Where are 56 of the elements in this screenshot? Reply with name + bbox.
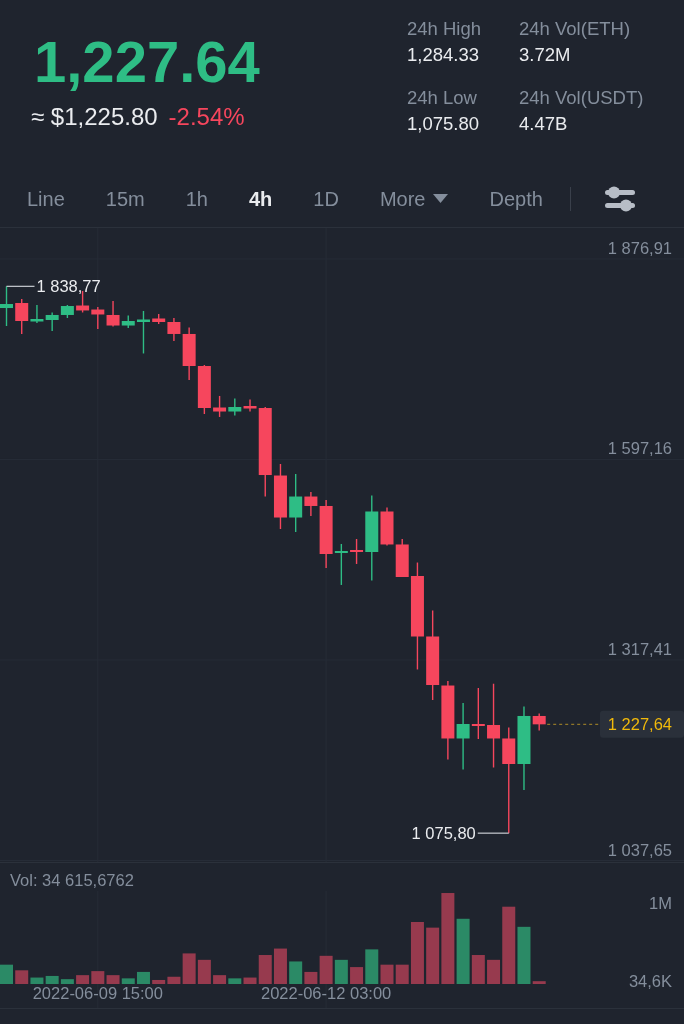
stat-value: 1,075.80 bbox=[407, 112, 480, 136]
chart-tab[interactable]: 15m bbox=[105, 185, 145, 212]
stat-label: 24h Low bbox=[407, 86, 478, 110]
chart-tab[interactable]: 4h bbox=[248, 185, 273, 212]
bullish-candle bbox=[456, 702, 470, 771]
bearish-candle bbox=[91, 306, 105, 330]
stat-value: 3.72M bbox=[519, 43, 572, 67]
bullish-candle bbox=[137, 310, 150, 355]
sliders-icon bbox=[604, 185, 635, 212]
chart-tab[interactable]: Depth bbox=[489, 185, 543, 212]
bullish-candle bbox=[289, 473, 303, 533]
volume-axis-label: 34,6K bbox=[628, 972, 672, 991]
bullish-candle bbox=[334, 543, 348, 586]
bearish-candle bbox=[213, 395, 227, 418]
last-price-line bbox=[546, 723, 601, 725]
chart-tab[interactable]: 1h bbox=[185, 185, 208, 212]
low-price-label: 1 075,80 bbox=[411, 824, 476, 843]
price-axis-label: 1 876,91 bbox=[607, 239, 672, 257]
caret-icon bbox=[433, 194, 449, 203]
fiat-price: ≈ $1,225.80 bbox=[31, 103, 158, 131]
volume-axis-label: 1M bbox=[649, 894, 672, 913]
time-axis-label: 2022-06-09 15:00 bbox=[32, 984, 163, 1002]
volume-readout: Vol: 34 615,6762 bbox=[9, 870, 135, 891]
leader-line bbox=[477, 832, 510, 834]
last-price-tag: 1 227,64 bbox=[600, 710, 684, 738]
price-axis-label: 1 597,16 bbox=[607, 439, 672, 458]
bullish-candle bbox=[60, 304, 74, 319]
stat-label: 24h Vol(ETH) bbox=[519, 17, 632, 41]
bearish-candle bbox=[15, 298, 29, 335]
price-axis-label: 1 317,41 bbox=[607, 640, 672, 658]
more-dropdown[interactable]: More bbox=[379, 185, 449, 212]
stat-value: 4.47B bbox=[519, 112, 569, 136]
chart-tab[interactable]: 1D bbox=[313, 185, 339, 212]
bearish-candle bbox=[197, 364, 211, 415]
bullish-candle bbox=[0, 285, 13, 327]
bearish-candle bbox=[350, 538, 364, 565]
chart-settings-button[interactable] bbox=[604, 185, 635, 212]
time-axis-label: 2022-06-12 03:00 bbox=[261, 984, 392, 1002]
price-axis-label: 1 037,65 bbox=[607, 840, 672, 859]
stat-label: 24h Vol(USDT) bbox=[519, 86, 645, 110]
bearish-candle bbox=[106, 300, 120, 328]
bullish-candle bbox=[45, 311, 59, 332]
last-price: 1,227.64 bbox=[34, 32, 261, 92]
bearish-candle bbox=[471, 687, 485, 740]
bullish-candle bbox=[228, 397, 242, 417]
bullish-candle bbox=[30, 304, 44, 324]
bearish-candle bbox=[273, 463, 287, 530]
stat-label: 24h High bbox=[407, 17, 483, 41]
stat-value: 1,284.33 bbox=[407, 43, 480, 67]
chart-tab[interactable]: Line bbox=[27, 185, 65, 212]
high-price-label: 1 838,77 bbox=[36, 277, 101, 296]
leader-line bbox=[5, 285, 36, 287]
bearish-candle bbox=[380, 506, 394, 547]
price-change: -2.54% bbox=[168, 103, 245, 131]
bullish-candle bbox=[121, 314, 135, 329]
bearish-candle bbox=[532, 712, 546, 732]
